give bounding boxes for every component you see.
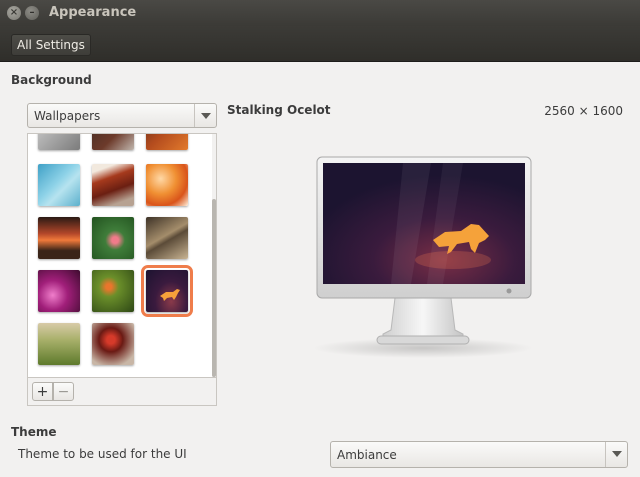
gallery-scroll-thumb[interactable]	[212, 199, 216, 377]
add-wallpaper-button[interactable]: +	[32, 382, 53, 401]
thumbnail-blue-abstract[interactable]	[38, 164, 80, 206]
window-title: Appearance	[49, 5, 137, 20]
thumbnail-partial-dark-road[interactable]	[92, 134, 134, 150]
theme-select[interactable]: Ambiance	[330, 441, 628, 468]
appearance-window: × – Appearance All Settings Background W…	[0, 0, 640, 477]
wallpaper-source-select[interactable]: Wallpapers	[27, 103, 217, 128]
theme-select-value: Ambiance	[337, 448, 397, 462]
wallpaper-resolution: 2560 × 1600	[544, 104, 623, 118]
thumbnail-red-berries[interactable]	[92, 323, 134, 365]
minimize-icon: –	[29, 7, 35, 18]
theme-description: Theme to be used for the UI	[18, 447, 187, 461]
toolbar: All Settings	[0, 26, 640, 62]
thumbnail-pink-flowers[interactable]	[92, 217, 134, 259]
wallpaper-gallery[interactable]	[27, 133, 217, 378]
thumbnail-magenta-bokeh[interactable]	[38, 270, 80, 312]
thumbnail-partial-grey[interactable]	[38, 134, 80, 150]
thumbnail-orange-leaves[interactable]	[146, 164, 188, 206]
title-bar: × – Appearance	[0, 0, 640, 26]
thumbnail-green-bokeh-flower[interactable]	[92, 270, 134, 312]
thumbnail-sunset-landscape[interactable]	[38, 217, 80, 259]
ocelot-silhouette	[160, 289, 180, 301]
thumbnail-stalking-ocelot[interactable]	[141, 265, 193, 317]
background-section-label: Background	[11, 73, 92, 87]
wallpaper-name: Stalking Ocelot	[227, 103, 331, 117]
thumbnail-tree-lined-road[interactable]	[92, 164, 134, 206]
thumbnail-fountain-pen[interactable]	[146, 217, 188, 259]
all-settings-button[interactable]: All Settings	[11, 34, 91, 56]
gallery-toolbar: + −	[27, 378, 217, 406]
chevron-down-icon	[605, 442, 627, 467]
thumbnail-grass-field[interactable]	[38, 323, 80, 365]
minimize-window-button[interactable]: –	[25, 6, 39, 20]
close-icon: ×	[9, 7, 19, 18]
monitor-preview	[313, 156, 533, 358]
remove-wallpaper-button[interactable]: −	[53, 382, 74, 401]
close-window-button[interactable]: ×	[7, 6, 21, 20]
chevron-down-icon	[194, 104, 216, 127]
thumbnail-partial-orange[interactable]	[146, 134, 188, 150]
theme-section-label: Theme	[11, 425, 57, 439]
gallery-scrollbar[interactable]	[212, 134, 216, 377]
wallpaper-source-value: Wallpapers	[34, 109, 101, 123]
